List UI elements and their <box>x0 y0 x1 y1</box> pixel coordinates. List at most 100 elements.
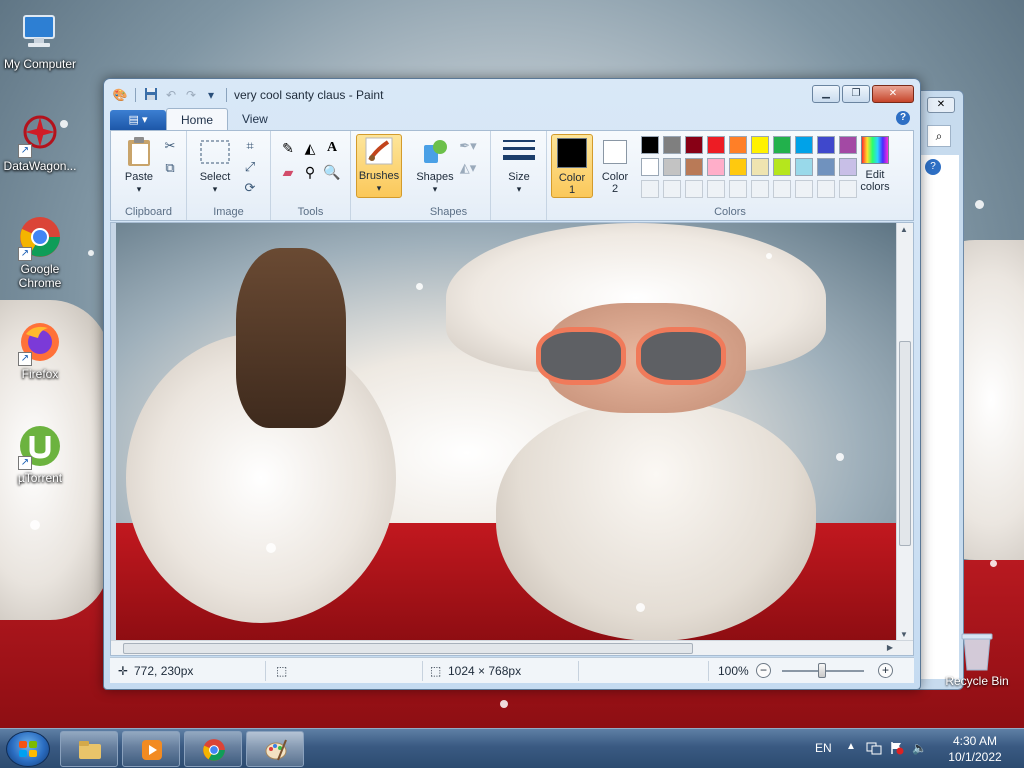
palette-swatch-empty[interactable] <box>817 180 835 198</box>
magnifier-icon[interactable]: 🔍 <box>321 161 343 183</box>
palette-swatch[interactable] <box>663 158 681 176</box>
rotate-icon[interactable]: ⟳ <box>241 179 259 197</box>
palette-swatch[interactable] <box>751 136 769 154</box>
taskbar-media-player-button[interactable] <box>122 731 180 767</box>
help-icon[interactable]: ? <box>896 111 910 125</box>
palette-swatch[interactable] <box>641 136 659 154</box>
crop-icon[interactable]: ⌗ <box>241 137 259 155</box>
maximize-button[interactable]: ❐ <box>842 85 870 103</box>
color2-button[interactable]: Color 2 <box>595 134 635 198</box>
palette-swatch[interactable] <box>685 136 703 154</box>
resize-icon[interactable]: ⤢ <box>241 158 259 176</box>
close-button[interactable]: ✕ <box>872 85 914 103</box>
paint-menu-button[interactable]: ▤ ▾ <box>110 110 166 130</box>
palette-swatch[interactable] <box>707 158 725 176</box>
shapes-button[interactable]: Shapes ▾ <box>413 136 457 198</box>
vertical-scroll-thumb[interactable] <box>899 341 911 546</box>
redo-icon[interactable]: ↷ <box>183 87 199 103</box>
select-icon <box>199 136 231 168</box>
palette-swatch[interactable] <box>641 158 659 176</box>
title-bar[interactable]: 🎨 ↶ ↷ ▾ very cool santy claus - Paint ▁ … <box>104 79 920 109</box>
brushes-button[interactable]: Brushes ▾ <box>356 134 402 198</box>
system-clock[interactable]: 4:30 AM 10/1/2022 <box>940 733 1010 765</box>
taskbar-paint-button[interactable] <box>246 731 304 767</box>
palette-swatch[interactable] <box>729 136 747 154</box>
palette-swatch[interactable] <box>729 158 747 176</box>
palette-swatch[interactable] <box>795 158 813 176</box>
palette-swatch-empty[interactable] <box>685 180 703 198</box>
palette-swatch-empty[interactable] <box>795 180 813 198</box>
zoom-out-button[interactable]: − <box>756 663 771 678</box>
palette-swatch[interactable] <box>773 136 791 154</box>
palette-swatch[interactable] <box>685 158 703 176</box>
edit-colors-button[interactable]: Edit colors <box>851 134 899 198</box>
desktop-icon-utorrent[interactable]: ↗ µTorrent <box>0 424 80 485</box>
drawing-canvas[interactable] <box>116 223 896 641</box>
palette-swatch-empty[interactable] <box>707 180 725 198</box>
desktop-icon-datawagon[interactable]: ↗ DataWagon... <box>0 112 80 173</box>
show-hidden-icons-icon[interactable]: ▲ <box>846 741 856 752</box>
taskbar-chrome-button[interactable] <box>184 731 242 767</box>
palette-swatch-empty[interactable] <box>663 180 681 198</box>
save-icon[interactable] <box>143 87 159 103</box>
palette-swatch[interactable] <box>751 158 769 176</box>
tab-home[interactable]: Home <box>166 108 229 130</box>
size-button[interactable]: Size ▾ <box>497 136 541 198</box>
cut-icon[interactable]: ✂ <box>161 137 179 155</box>
palette-swatch[interactable] <box>663 136 681 154</box>
palette-swatch[interactable] <box>707 136 725 154</box>
action-center-flag-icon[interactable] <box>890 741 904 758</box>
tab-view[interactable]: View <box>228 108 282 130</box>
snowflake <box>266 543 276 553</box>
undo-icon[interactable]: ↶ <box>163 87 179 103</box>
desktop-icon-firefox[interactable]: ↗ Firefox <box>0 320 80 381</box>
zoom-in-button[interactable]: + <box>878 663 893 678</box>
palette-swatch[interactable] <box>795 136 813 154</box>
palette-swatch-empty[interactable] <box>773 180 791 198</box>
desktop-icon-google-chrome[interactable]: ↗ Google Chrome <box>0 215 80 290</box>
outline-icon[interactable]: ✒▾ <box>459 137 477 155</box>
language-indicator[interactable]: EN <box>815 741 832 755</box>
copy-icon[interactable]: ⧉ <box>161 159 179 177</box>
vertical-scrollbar[interactable]: ▲ ▼ <box>896 223 913 641</box>
palette-swatch[interactable] <box>817 158 835 176</box>
zoom-level: 100% <box>718 664 749 678</box>
customize-toolbar-icon[interactable]: ▾ <box>203 87 219 103</box>
palette-swatch[interactable] <box>817 136 835 154</box>
chevron-down-icon: ▾ <box>516 184 522 194</box>
palette-swatch-empty[interactable] <box>729 180 747 198</box>
volume-icon[interactable]: 🔈 <box>912 741 927 755</box>
desktop-icon-my-computer[interactable]: My Computer <box>0 10 80 71</box>
fill-bucket-icon[interactable]: ◭ <box>299 137 321 159</box>
scroll-up-icon[interactable]: ▲ <box>900 225 908 234</box>
help-icon[interactable]: ? <box>925 159 941 175</box>
color-picker-icon[interactable]: ⚲ <box>299 161 321 183</box>
eraser-icon[interactable]: ▰ <box>277 161 299 183</box>
paint-app-icon[interactable]: 🎨 <box>112 87 128 103</box>
chevron-down-icon: ▾ <box>212 184 218 194</box>
paste-button[interactable]: Paste ▾ <box>117 136 161 198</box>
zoom-slider-knob[interactable] <box>818 663 826 678</box>
palette-swatch-empty[interactable] <box>751 180 769 198</box>
fill-icon[interactable]: ◭▾ <box>459 159 477 177</box>
paint-window[interactable]: 🎨 ↶ ↷ ▾ very cool santy claus - Paint ▁ … <box>103 78 921 690</box>
network-icon[interactable] <box>866 741 882 758</box>
palette-swatch[interactable] <box>773 158 791 176</box>
close-icon[interactable]: ✕ <box>927 97 955 113</box>
select-button[interactable]: Select ▾ <box>193 136 237 198</box>
taskbar-explorer-button[interactable] <box>60 731 118 767</box>
horizontal-scrollbar[interactable]: ▶ <box>111 640 913 655</box>
color2-swatch <box>599 136 631 168</box>
search-icon[interactable]: ⌕ <box>927 125 951 147</box>
color1-button[interactable]: Color 1 <box>551 134 593 198</box>
minimize-button[interactable]: ▁ <box>812 85 840 103</box>
horizontal-scroll-thumb[interactable] <box>123 643 693 654</box>
pencil-icon[interactable]: ✎ <box>277 137 299 159</box>
move-cursor-icon: ✛ <box>118 664 129 678</box>
text-tool-icon[interactable]: A <box>321 137 343 159</box>
desktop-icon-recycle-bin[interactable]: Recycle Bin <box>940 630 1014 688</box>
scroll-down-icon[interactable]: ▼ <box>900 630 908 639</box>
start-button[interactable] <box>6 731 50 767</box>
scroll-right-icon[interactable]: ▶ <box>887 643 893 652</box>
palette-swatch-empty[interactable] <box>641 180 659 198</box>
